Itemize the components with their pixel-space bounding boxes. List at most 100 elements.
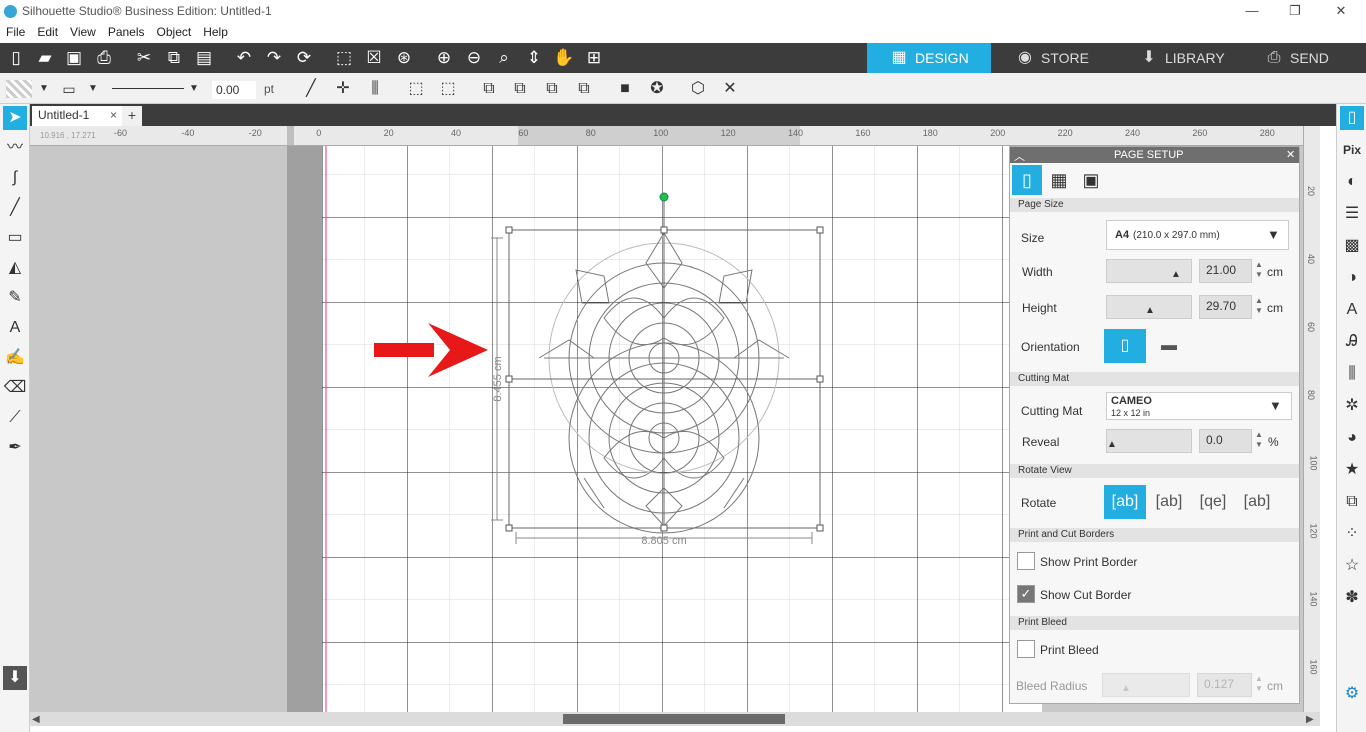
select-all-icon[interactable]: ⬚ — [332, 46, 356, 70]
transform-icon[interactable]: ✲ — [1340, 394, 1364, 418]
slider-thumb[interactable]: ▲ — [1107, 439, 1117, 450]
collapse-panel-icon[interactable]: ︿ — [1014, 148, 1025, 164]
favorite-star-icon[interactable]: ★ — [1340, 458, 1364, 482]
reveal-slider[interactable]: ▲ — [1106, 429, 1192, 453]
print-icon[interactable]: ⎙ — [92, 46, 116, 70]
weld-icon[interactable]: ■ — [614, 78, 636, 100]
minimize-button[interactable]: — — [1237, 3, 1267, 18]
line-style-dropdown-icon[interactable]: ▼ — [183, 78, 205, 100]
save-icon[interactable]: ▣ — [62, 46, 86, 70]
bring-forward-icon[interactable]: ⧉ — [541, 78, 563, 100]
text-style-icon[interactable]: A — [1340, 298, 1364, 322]
curve-tool-icon[interactable]: ∫ — [3, 166, 27, 190]
undo-icon[interactable]: ↶ — [232, 46, 256, 70]
close-window-button[interactable]: ✕ — [1326, 3, 1356, 19]
bleed-radius-input[interactable]: 0.127 — [1197, 673, 1252, 697]
point-edit-icon[interactable]: 〰 — [3, 136, 27, 160]
grid-tab-icon[interactable]: ▦ — [1044, 165, 1074, 195]
send-backward-icon[interactable]: ⧉ — [573, 78, 595, 100]
line-tool-icon[interactable]: ╱ — [300, 78, 322, 100]
height-slider[interactable]: ▲ — [1106, 295, 1192, 319]
width-input[interactable]: 21.00 — [1199, 259, 1252, 283]
sketch-tool-icon[interactable]: ✍ — [3, 346, 27, 370]
cutting-mat-select[interactable]: CAMEO 12 x 12 in ▼ — [1106, 392, 1292, 420]
page-size-select[interactable]: A4 (210.0 x 297.0 mm) ▼ — [1106, 220, 1289, 250]
reveal-stepper[interactable]: ▲ ▼ — [1255, 430, 1263, 450]
zoom-out-icon[interactable]: ⊖ — [462, 46, 486, 70]
fit-to-page-icon[interactable]: ⊞ — [582, 46, 606, 70]
document-tab[interactable]: Untitled-1 × — [32, 106, 122, 126]
eyedropper-icon[interactable]: ✒ — [3, 436, 27, 460]
page-setup-icon[interactable]: ▯ — [1340, 106, 1364, 130]
open-folder-icon[interactable]: ▰ — [33, 46, 57, 70]
print-bleed-checkbox[interactable] — [1017, 640, 1035, 658]
close-tab-icon[interactable]: × — [110, 108, 117, 122]
image-effects-icon[interactable]: ▩ — [1340, 234, 1364, 258]
menu-object[interactable]: Object — [151, 24, 198, 40]
contrast-icon[interactable]: ◑ — [1340, 266, 1364, 290]
registration-tab-icon[interactable]: ▣ — [1076, 165, 1106, 195]
menu-panels[interactable]: Panels — [102, 24, 151, 40]
rectangle-tool-icon[interactable]: ▭ — [3, 226, 27, 250]
star-outline-icon[interactable]: ☆ — [1340, 554, 1364, 578]
restore-button[interactable]: ❐ — [1280, 3, 1310, 19]
send-back-icon[interactable]: ⧉ — [509, 78, 531, 100]
deselect-icon[interactable]: ☒ — [362, 46, 386, 70]
horizontal-scrollbar[interactable]: ◀ ▶ — [30, 712, 1320, 726]
knife-tool-icon[interactable]: ⟋ — [3, 406, 27, 430]
line-color-dropdown-icon[interactable]: ▼ — [82, 78, 104, 100]
height-stepper[interactable]: ▲ ▼ — [1255, 296, 1263, 316]
height-input[interactable]: 29.70 — [1199, 295, 1252, 319]
tab-store[interactable]: ◉ STORE — [993, 43, 1117, 73]
pixscan-icon[interactable]: Pix — [1340, 138, 1364, 162]
rotate-0-button[interactable]: [ab] — [1104, 485, 1146, 519]
portrait-button[interactable]: ▯ — [1104, 329, 1146, 363]
text-path-icon[interactable]: Ꭿ — [1340, 330, 1364, 354]
offset-icon[interactable]: ⧉ — [1340, 490, 1364, 514]
move-view-icon[interactable]: ⇕ — [522, 46, 546, 70]
rotate-270-button[interactable]: [ab] — [1236, 485, 1278, 519]
polygon-tool-icon[interactable]: ◭ — [3, 256, 27, 280]
pan-hand-icon[interactable]: ✋ — [552, 46, 576, 70]
fill-palette-icon[interactable]: ◐ — [1340, 170, 1364, 194]
add-tab-button[interactable]: + — [122, 106, 142, 126]
slider-thumb[interactable]: ▲ — [1121, 683, 1131, 694]
eraser-tool-icon[interactable]: ⌫ — [3, 376, 27, 400]
3d-box-icon[interactable]: ⬡ — [687, 78, 709, 100]
new-document-icon[interactable]: ▯ — [4, 46, 28, 70]
bring-front-icon[interactable]: ⧉ — [478, 78, 500, 100]
pencil-tool-icon[interactable]: ✎ — [3, 286, 27, 310]
rotate-90-button[interactable]: [ab] — [1148, 485, 1190, 519]
menu-view[interactable]: View — [64, 24, 102, 40]
scroll-right-icon[interactable]: ▶ — [1306, 714, 1314, 725]
redraw-icon[interactable]: ⟳ — [292, 46, 316, 70]
bleed-radius-stepper[interactable]: ▲ ▼ — [1255, 674, 1263, 694]
select-tool-icon[interactable]: ➤ — [3, 106, 27, 130]
width-slider[interactable]: ▲ — [1106, 259, 1192, 283]
reveal-input[interactable]: 0.0 — [1199, 429, 1252, 453]
ungroup-icon[interactable]: ⬚ — [437, 78, 459, 100]
menu-help[interactable]: Help — [197, 24, 234, 40]
paste-icon[interactable]: ▤ — [192, 46, 216, 70]
slider-thumb[interactable]: ▲ — [1171, 269, 1181, 280]
modify-icon[interactable]: ◕ — [1340, 426, 1364, 450]
line-width-input[interactable]: 0.00 — [212, 81, 256, 99]
show-cut-border-checkbox[interactable]: ✓ — [1017, 585, 1035, 603]
library-download-icon[interactable]: ⬇ — [3, 666, 27, 690]
move-icon[interactable]: ✛ — [332, 78, 354, 100]
slider-thumb[interactable]: ▲ — [1145, 305, 1155, 316]
landscape-button[interactable]: ▬ — [1148, 329, 1190, 363]
line-color-swatch[interactable]: ▭ — [58, 78, 80, 100]
scroll-left-icon[interactable]: ◀ — [32, 714, 40, 725]
close-panel-icon[interactable]: ✕ — [1286, 148, 1295, 161]
line-style-icon[interactable]: ☰ — [1340, 202, 1364, 226]
align-icon[interactable]: ⫼ — [364, 78, 386, 100]
zoom-in-icon[interactable]: ⊕ — [432, 46, 456, 70]
bleed-radius-slider[interactable]: ▲ — [1102, 673, 1190, 697]
select-by-color-icon[interactable]: ⊛ — [392, 46, 416, 70]
group-icon[interactable]: ⬚ — [405, 78, 427, 100]
menu-file[interactable]: File — [0, 24, 31, 40]
menu-edit[interactable]: Edit — [31, 24, 64, 40]
zoom-select-icon[interactable]: ⌕ — [492, 46, 516, 70]
show-print-border-checkbox[interactable] — [1017, 552, 1035, 570]
